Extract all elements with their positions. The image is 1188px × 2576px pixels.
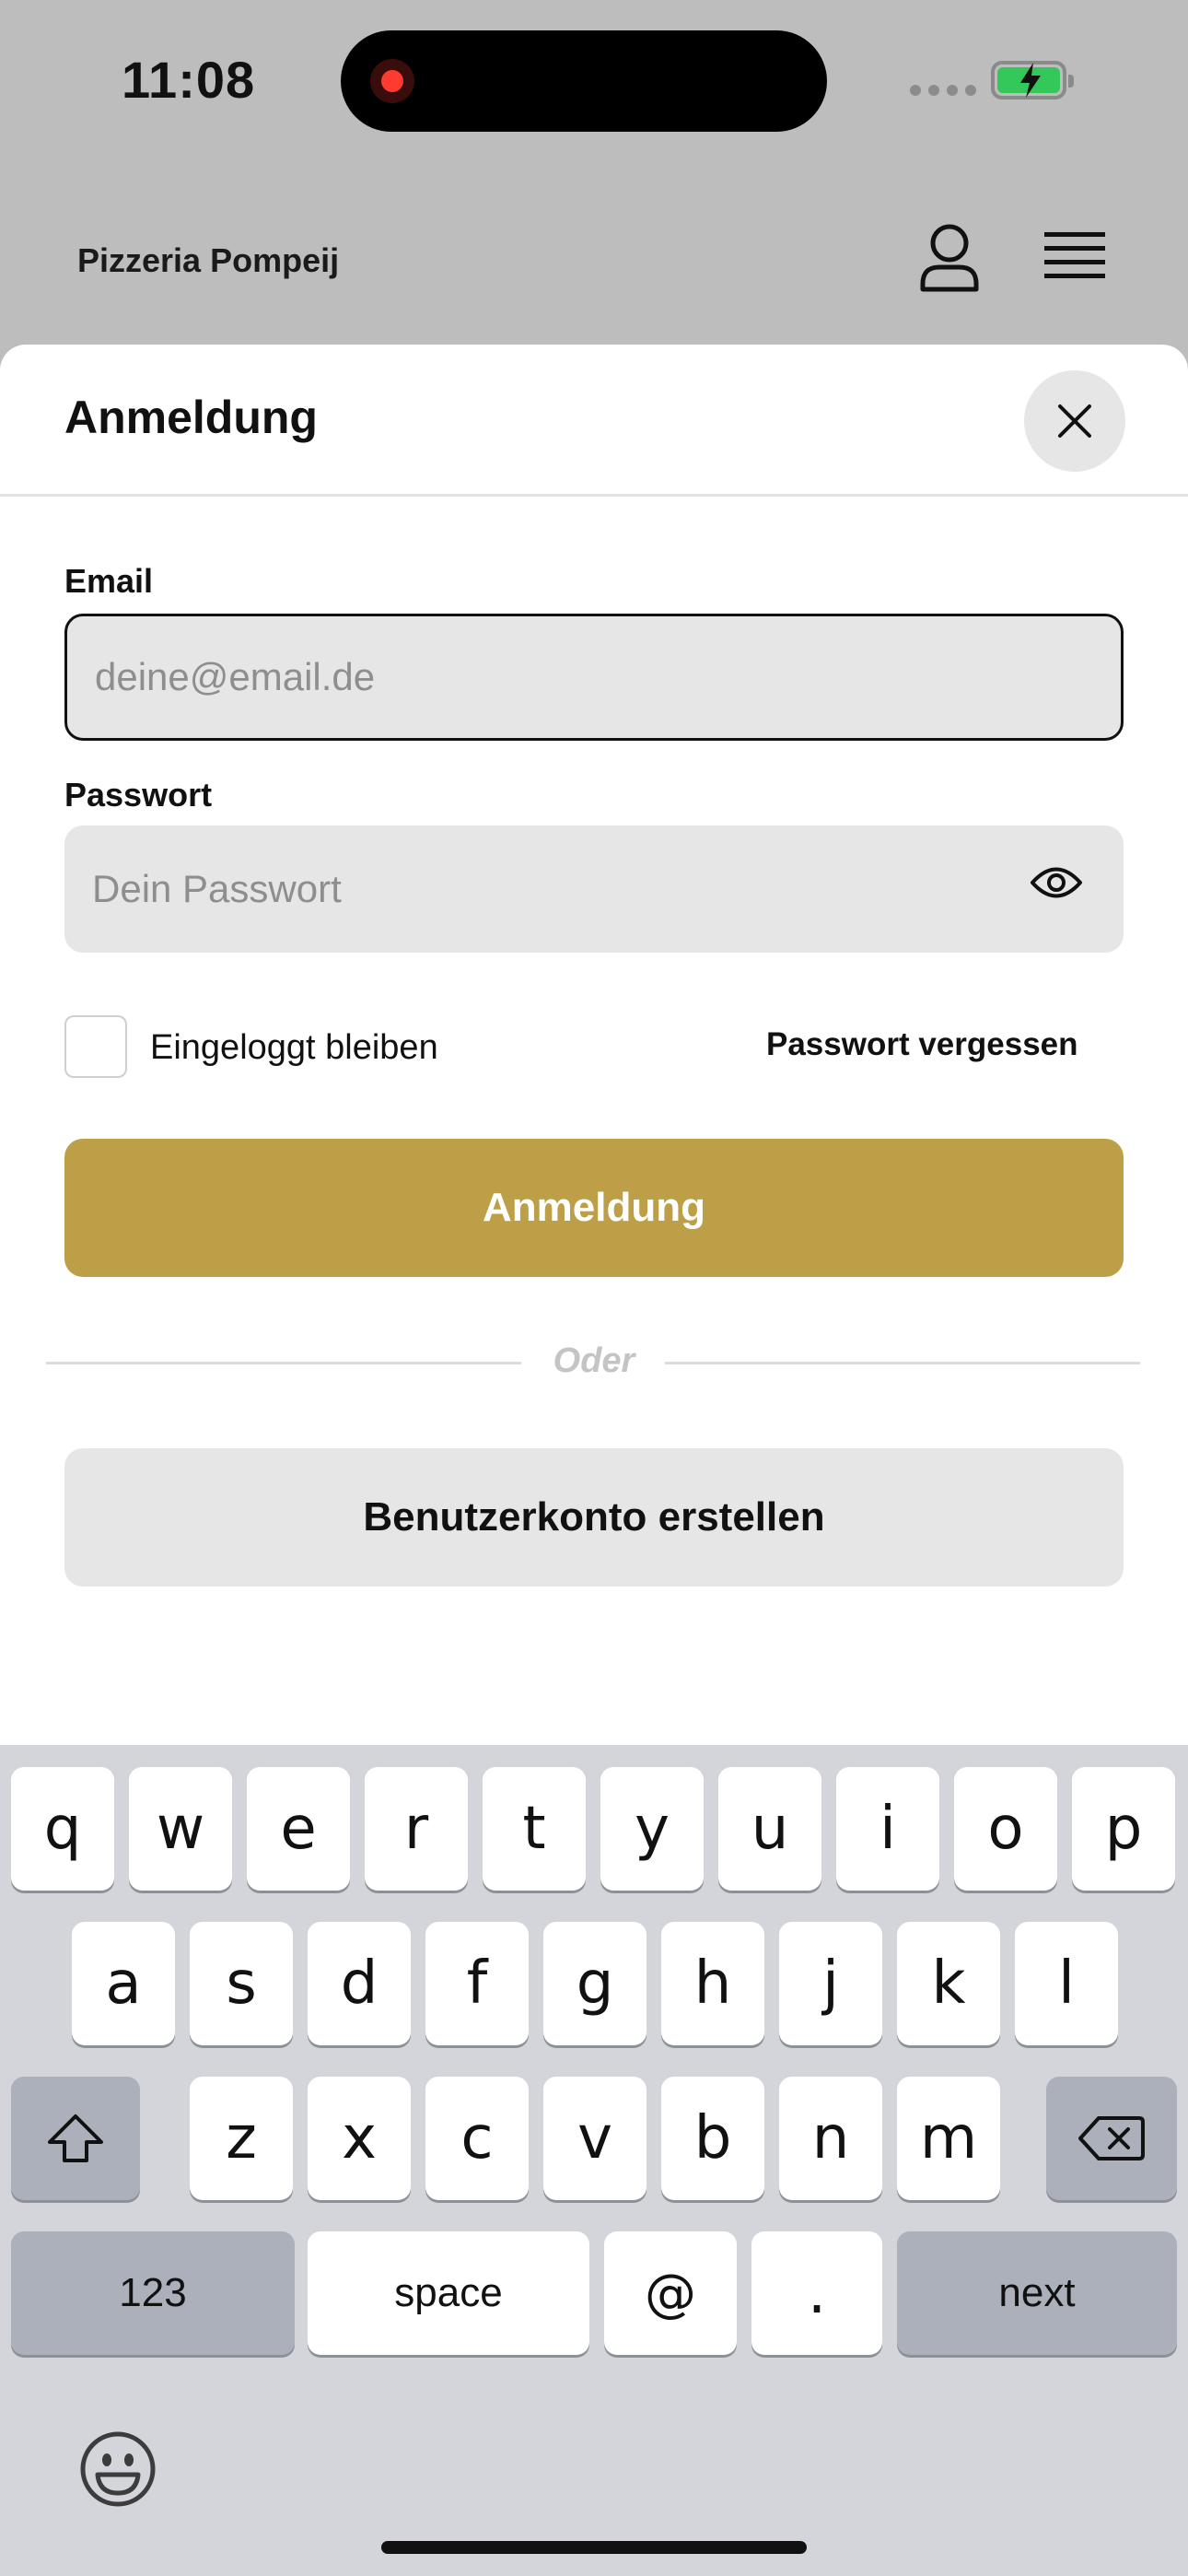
key-j[interactable]: j — [779, 1922, 882, 2045]
numbers-key[interactable]: 123 — [11, 2231, 295, 2355]
key-s[interactable]: s — [190, 1922, 293, 2045]
backspace-key[interactable] — [1046, 2077, 1177, 2200]
at-key[interactable]: @ — [604, 2231, 737, 2355]
key-r[interactable]: r — [365, 1767, 468, 1891]
restaurant-title: Pizzeria Pompeij — [77, 241, 340, 279]
key-h[interactable]: h — [661, 1922, 764, 2045]
password-input[interactable] — [64, 825, 1124, 953]
dynamic-island — [341, 30, 827, 132]
key-l[interactable]: l — [1015, 1922, 1118, 2045]
key-q[interactable]: q — [11, 1767, 114, 1891]
create-account-button[interactable]: Benutzerkonto erstellen — [64, 1448, 1124, 1587]
key-n[interactable]: n — [779, 2077, 882, 2200]
sheet-title: Anmeldung — [64, 392, 318, 443]
signal-icon — [910, 85, 976, 96]
login-button[interactable]: Anmeldung — [64, 1139, 1124, 1277]
battery-charging-icon — [991, 61, 1074, 100]
or-divider-left — [46, 1362, 521, 1364]
key-o[interactable]: o — [954, 1767, 1057, 1891]
status-time: 11:08 — [122, 51, 256, 109]
or-label: Oder — [553, 1341, 635, 1380]
user-icon[interactable] — [917, 223, 982, 293]
key-w[interactable]: w — [129, 1767, 232, 1891]
remember-label: Eingeloggt bleiben — [150, 1028, 438, 1067]
login-sheet: Anmeldung Email Passwort Eingeloggt blei… — [0, 345, 1188, 1745]
or-divider-right — [665, 1362, 1140, 1364]
key-f[interactable]: f — [425, 1922, 529, 2045]
key-g[interactable]: g — [543, 1922, 646, 2045]
key-t[interactable]: t — [483, 1767, 586, 1891]
menu-icon[interactable] — [1044, 230, 1105, 282]
key-k[interactable]: k — [897, 1922, 1000, 2045]
dot-key[interactable]: . — [751, 2231, 882, 2355]
email-label: Email — [64, 562, 154, 600]
email-input[interactable] — [64, 614, 1124, 741]
key-d[interactable]: d — [308, 1922, 411, 2045]
key-x[interactable]: x — [308, 2077, 411, 2200]
key-b[interactable]: b — [661, 2077, 764, 2200]
next-key[interactable]: next — [897, 2231, 1177, 2355]
key-u[interactable]: u — [718, 1767, 821, 1891]
forgot-password-link[interactable]: Passwort vergessen — [766, 1026, 1078, 1063]
key-i[interactable]: i — [836, 1767, 939, 1891]
key-c[interactable]: c — [425, 2077, 529, 2200]
close-icon — [1058, 404, 1091, 438]
keyboard: q w e r t y u i o p a s d f g h j k l z … — [0, 1745, 1188, 2576]
key-m[interactable]: m — [897, 2077, 1000, 2200]
emoji-icon[interactable] — [79, 2430, 157, 2508]
eye-icon[interactable] — [1030, 863, 1083, 902]
home-indicator[interactable] — [381, 2541, 807, 2554]
key-p[interactable]: p — [1072, 1767, 1175, 1891]
key-y[interactable]: y — [600, 1767, 704, 1891]
remember-checkbox[interactable] — [64, 1015, 127, 1078]
key-a[interactable]: a — [72, 1922, 175, 2045]
key-e[interactable]: e — [247, 1767, 350, 1891]
space-key[interactable]: space — [308, 2231, 589, 2355]
close-button[interactable] — [1024, 370, 1125, 472]
shift-key[interactable] — [11, 2077, 140, 2200]
backspace-icon — [1078, 2116, 1145, 2160]
key-z[interactable]: z — [190, 2077, 293, 2200]
password-label: Passwort — [64, 776, 213, 814]
header-divider — [0, 494, 1188, 497]
shift-icon — [48, 2114, 103, 2162]
key-v[interactable]: v — [543, 2077, 646, 2200]
recording-icon — [370, 59, 414, 103]
